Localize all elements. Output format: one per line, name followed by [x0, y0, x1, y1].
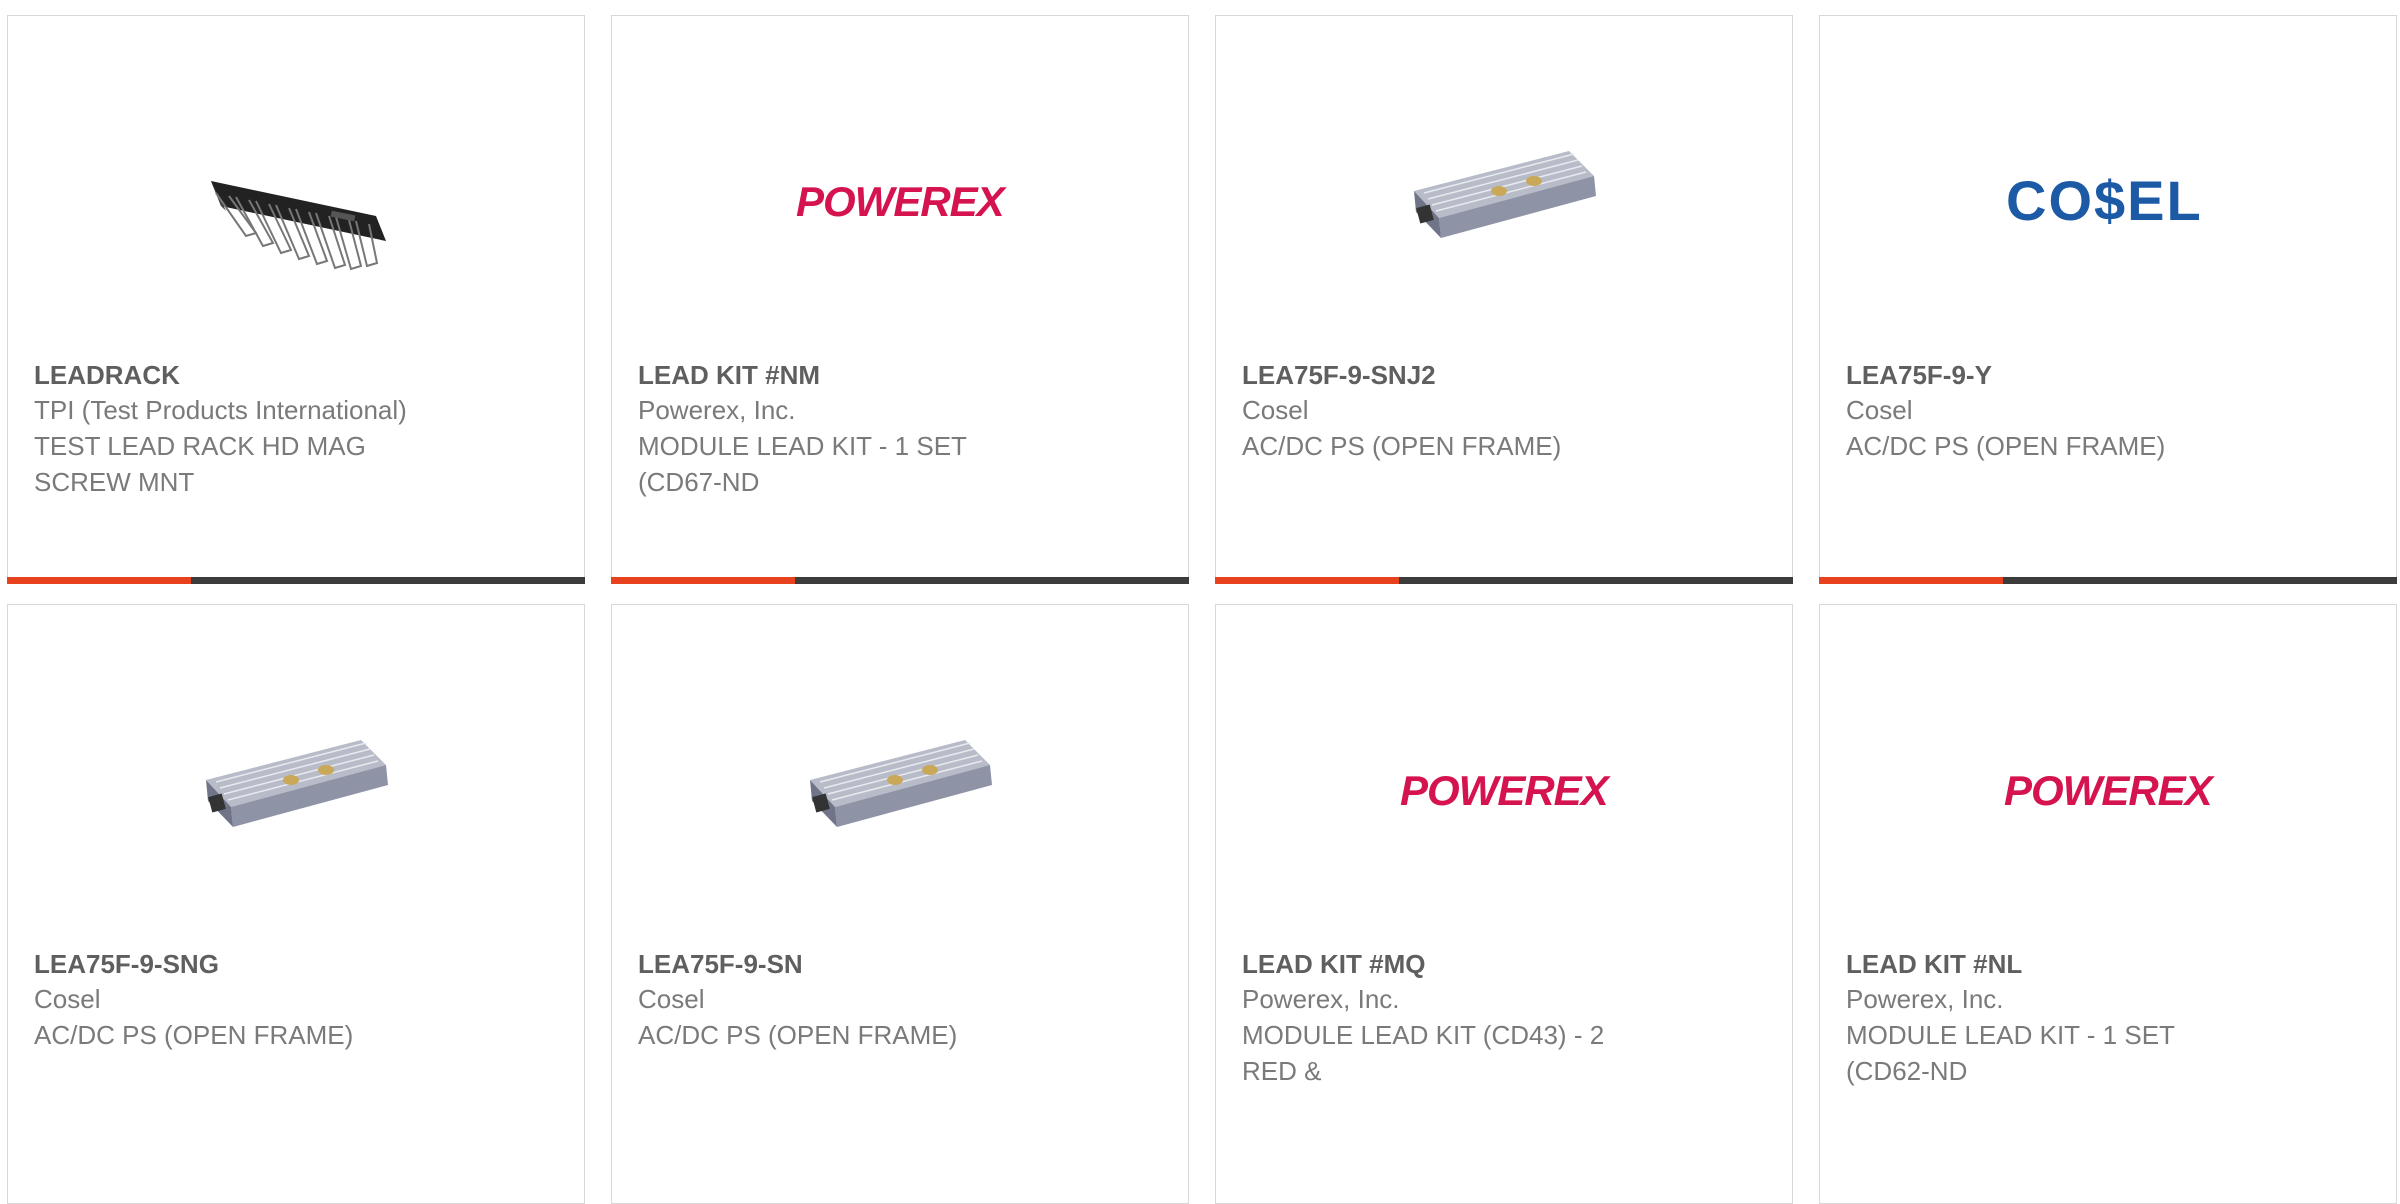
description-line: MODULE LEAD KIT - 1 SET	[1846, 1020, 2175, 1050]
manufacturer: Cosel	[1242, 395, 1309, 425]
product-image[interactable]	[612, 665, 1188, 915]
product-card[interactable]: LEA75F-9-SN Cosel AC/DC PS (OPEN FRAME)	[611, 604, 1189, 1204]
product-image[interactable]: CO$EL	[1820, 76, 2396, 326]
svg-text:POWEREX: POWEREX	[796, 178, 1008, 225]
svg-text:POWEREX: POWEREX	[2004, 767, 2216, 814]
product-card[interactable]: LEA75F-9-SNJ2 Cosel AC/DC PS (OPEN FRAME…	[1215, 15, 1793, 584]
part-number[interactable]: LEAD KIT #NM	[638, 358, 1058, 392]
description-line: MODULE LEAD KIT (CD43) - 2	[1242, 1020, 1605, 1050]
lead-rack-image	[211, 181, 386, 271]
description-line: (CD67-ND	[638, 467, 760, 497]
powerex-logo: POWEREX	[796, 178, 1009, 225]
card-footer-bar	[611, 577, 1189, 584]
description-line: RED &	[1242, 1056, 1322, 1086]
part-number[interactable]: LEADRACK	[34, 358, 454, 392]
part-number[interactable]: LEA75F-9-SN	[638, 947, 1058, 981]
power-supply-image	[206, 740, 388, 827]
svg-text:CO$EL: CO$EL	[2006, 169, 2203, 232]
card-footer-bar	[7, 577, 585, 584]
part-number[interactable]: LEA75F-9-SNJ2	[1242, 358, 1662, 392]
part-number[interactable]: LEA75F-9-Y	[1846, 358, 2266, 392]
product-card[interactable]: LEA75F-9-SNG Cosel AC/DC PS (OPEN FRAME)	[7, 604, 585, 1204]
manufacturer: Cosel	[34, 984, 101, 1014]
card-accent-bar	[1215, 577, 1399, 584]
product-image[interactable]: POWEREX	[1820, 665, 2396, 915]
product-card[interactable]: LEADRACK TPI (Test Products Internationa…	[7, 15, 585, 584]
manufacturer: Powerex, Inc.	[1846, 984, 2004, 1014]
card-accent-bar	[611, 577, 795, 584]
description-line: AC/DC PS (OPEN FRAME)	[1242, 431, 1562, 461]
powerex-logo: POWEREX	[2004, 767, 2217, 814]
manufacturer: Powerex, Inc.	[1242, 984, 1400, 1014]
product-image[interactable]: POWEREX	[612, 76, 1188, 326]
manufacturer: Cosel	[638, 984, 705, 1014]
card-footer-bar	[1215, 577, 1793, 584]
description-line: AC/DC PS (OPEN FRAME)	[1846, 431, 2166, 461]
product-image[interactable]	[8, 76, 584, 326]
manufacturer: Cosel	[1846, 395, 1913, 425]
card-footer-bar	[1819, 577, 2397, 584]
manufacturer: TPI (Test Products International)	[34, 395, 407, 425]
svg-text:POWEREX: POWEREX	[1400, 767, 1612, 814]
part-number[interactable]: LEA75F-9-SNG	[34, 947, 454, 981]
product-card[interactable]: POWEREX LEAD KIT #NL Powerex, Inc. MODUL…	[1819, 604, 2397, 1204]
product-image[interactable]: POWEREX	[1216, 665, 1792, 915]
power-supply-image	[1414, 151, 1596, 238]
manufacturer: Powerex, Inc.	[638, 395, 796, 425]
product-card[interactable]: POWEREX LEAD KIT #MQ Powerex, Inc. MODUL…	[1215, 604, 1793, 1204]
product-card[interactable]: POWEREX LEAD KIT #NM Powerex, Inc. MODUL…	[611, 15, 1189, 584]
part-number[interactable]: LEAD KIT #MQ	[1242, 947, 1662, 981]
card-accent-bar	[7, 577, 191, 584]
cosel-logo: CO$EL	[2006, 169, 2203, 232]
description-line: TEST LEAD RACK HD MAG	[34, 431, 366, 461]
description-line: SCREW MNT	[34, 467, 195, 497]
description-line: MODULE LEAD KIT - 1 SET	[638, 431, 967, 461]
product-grid: LEADRACK TPI (Test Products Internationa…	[7, 15, 2400, 1204]
card-accent-bar	[1819, 577, 2003, 584]
power-supply-image	[810, 740, 992, 827]
description-line: AC/DC PS (OPEN FRAME)	[34, 1020, 354, 1050]
description-line: AC/DC PS (OPEN FRAME)	[638, 1020, 958, 1050]
part-number[interactable]: LEAD KIT #NL	[1846, 947, 2266, 981]
powerex-logo: POWEREX	[1400, 767, 1613, 814]
product-image[interactable]	[1216, 76, 1792, 326]
product-card[interactable]: CO$EL LEA75F-9-Y Cosel AC/DC PS (OPEN FR…	[1819, 15, 2397, 584]
description-line: (CD62-ND	[1846, 1056, 1968, 1086]
product-image[interactable]	[8, 665, 584, 915]
